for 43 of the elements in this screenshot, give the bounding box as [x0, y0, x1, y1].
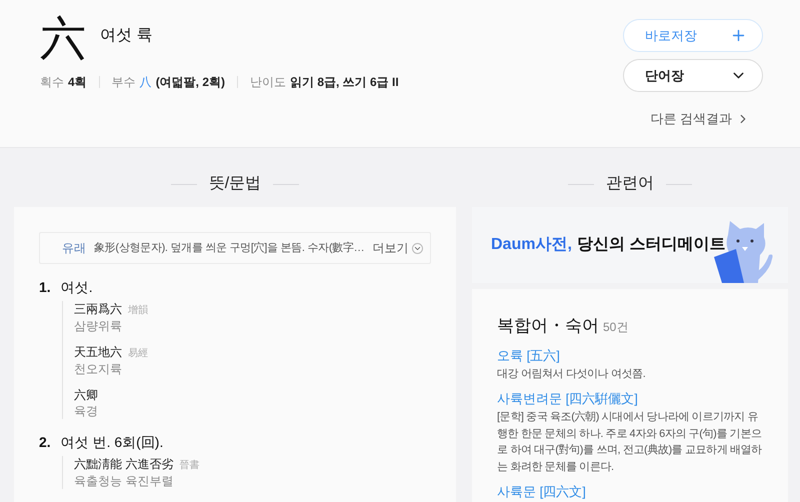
example-hanja: 六黜淸能 六進否劣 [74, 456, 174, 472]
meaning-text: 여섯. [60, 278, 93, 296]
radical-link[interactable]: 八 [140, 73, 152, 91]
caret-icon [412, 242, 424, 254]
origin-text: 象形(상형문자). 덮개를 씌운 구멍[穴]을 본뜸. 수자(數字… [94, 240, 364, 256]
example-hanja: 六卿 [74, 387, 98, 403]
compound-title: 복합어・숙어 [497, 315, 599, 337]
save-button[interactable]: 바로저장 [623, 19, 763, 52]
compound-definition: [문학] 중국 육조(六朝) 시대에서 당나라에 이르기까지 유행한 한문 문체의 하나. 주로 4자와 6자의 구(句)를 기본으로 하여 대구(對句)를 쓰며, 전고(典故)를 교묘하게 배열하는 화려한 문체를 이른다. [497, 410, 763, 474]
meta-label: 난이도 [250, 74, 286, 91]
example-source: 晉書 [179, 458, 200, 473]
meta-label: 부수 [112, 74, 136, 91]
other-results-link[interactable]: 다른 검색결과 [650, 109, 750, 128]
meta-value: 4획 [68, 74, 87, 91]
hanja-reading: 여섯 륙 [100, 26, 152, 46]
more-button[interactable]: 더보기 [372, 239, 424, 257]
meaning-number: 1. [39, 278, 51, 296]
example-hanja: 天五地六 [74, 344, 122, 360]
example-reading: 육경 [74, 403, 99, 419]
section-title: 뜻/문법 [208, 174, 262, 194]
compound-word-link[interactable]: 사륙변려문 [四六騈儷文] [497, 390, 768, 408]
compound-word-link[interactable]: 사륙문 [四六文] [497, 483, 768, 501]
meta-label: 획수 [40, 74, 64, 91]
meta-value: (여덟팔, 2획) [156, 74, 226, 91]
compound-word-link[interactable]: 오륙 [五六] [497, 346, 768, 364]
example-reading: 삼량위륙 [74, 318, 123, 334]
example-reading: 천오지륙 [74, 361, 123, 377]
meaning-number: 2. [39, 433, 51, 451]
section-title: 관련어 [606, 174, 654, 194]
plus-icon [730, 27, 747, 44]
meaning-text: 여섯 번. 6회(回). [60, 433, 164, 451]
example-source: 增韻 [128, 304, 148, 318]
banner-text: 당신의 스터디메이트 [576, 235, 726, 255]
meta-value: 읽기 8급, 쓰기 6급 II [290, 74, 399, 91]
origin-label: 유래 [62, 240, 86, 257]
compound-count: 50건 [603, 319, 628, 336]
compound-definition: 대강 어림쳐서 다섯이나 여섯쯤. [497, 366, 646, 382]
wordbook-dropdown[interactable]: 단어장 [623, 59, 763, 92]
example-hanja: 三兩爲六 [74, 301, 122, 317]
banner-brand: Daum사전, [491, 235, 572, 255]
example-source: 易經 [128, 347, 148, 361]
hanja-character: 六 [40, 12, 86, 64]
example-reading: 육출청능 육진부렬 [74, 473, 174, 489]
